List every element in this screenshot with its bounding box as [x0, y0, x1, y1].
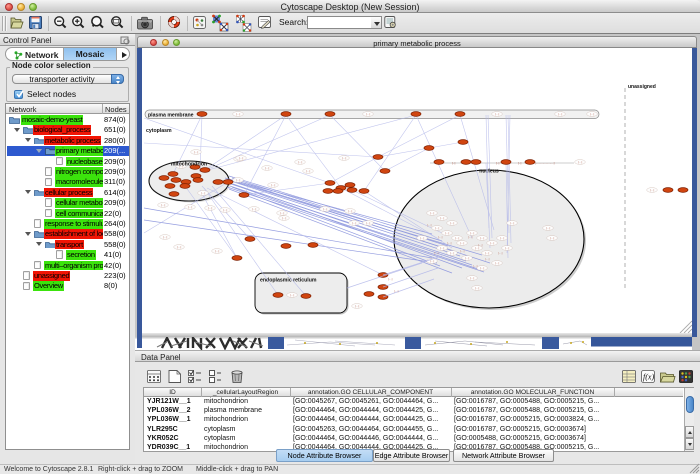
svg-text:[....]: [....]	[447, 241, 452, 245]
svg-text:[....]: [....]	[427, 223, 432, 227]
svg-text:f(x): f(x)	[643, 373, 654, 382]
svg-text:[..]: [..]	[452, 161, 456, 165]
svg-text:[....]: [....]	[388, 277, 393, 281]
svg-text:[....]: [....]	[498, 251, 503, 255]
svg-text:[..]: [..]	[518, 161, 522, 165]
svg-text:endoplasmic reticulum: endoplasmic reticulum	[260, 278, 317, 284]
svg-text:[....]: [....]	[434, 251, 439, 255]
svg-text:[....]: [....]	[394, 289, 399, 293]
svg-text:mitochondrion: mitochondrion	[171, 162, 207, 168]
svg-text:[.......................]: [.......................]	[535, 161, 555, 165]
svg-text:plasma membrane: plasma membrane	[148, 113, 194, 119]
svg-text:[....]: [....]	[478, 243, 483, 247]
svg-text:[....]: [....]	[468, 235, 473, 239]
svg-text:[....]: [....]	[473, 264, 478, 268]
svg-text:unassigned: unassigned	[628, 84, 656, 90]
svg-text:[....]: [....]	[438, 235, 443, 239]
svg-text:[..]: [..]	[496, 161, 500, 165]
svg-text:[....]: [....]	[485, 257, 490, 261]
svg-text:nucleus: nucleus	[479, 169, 499, 175]
svg-text:[....]: [....]	[460, 249, 465, 253]
svg-text:cytoplasm: cytoplasm	[146, 128, 172, 134]
